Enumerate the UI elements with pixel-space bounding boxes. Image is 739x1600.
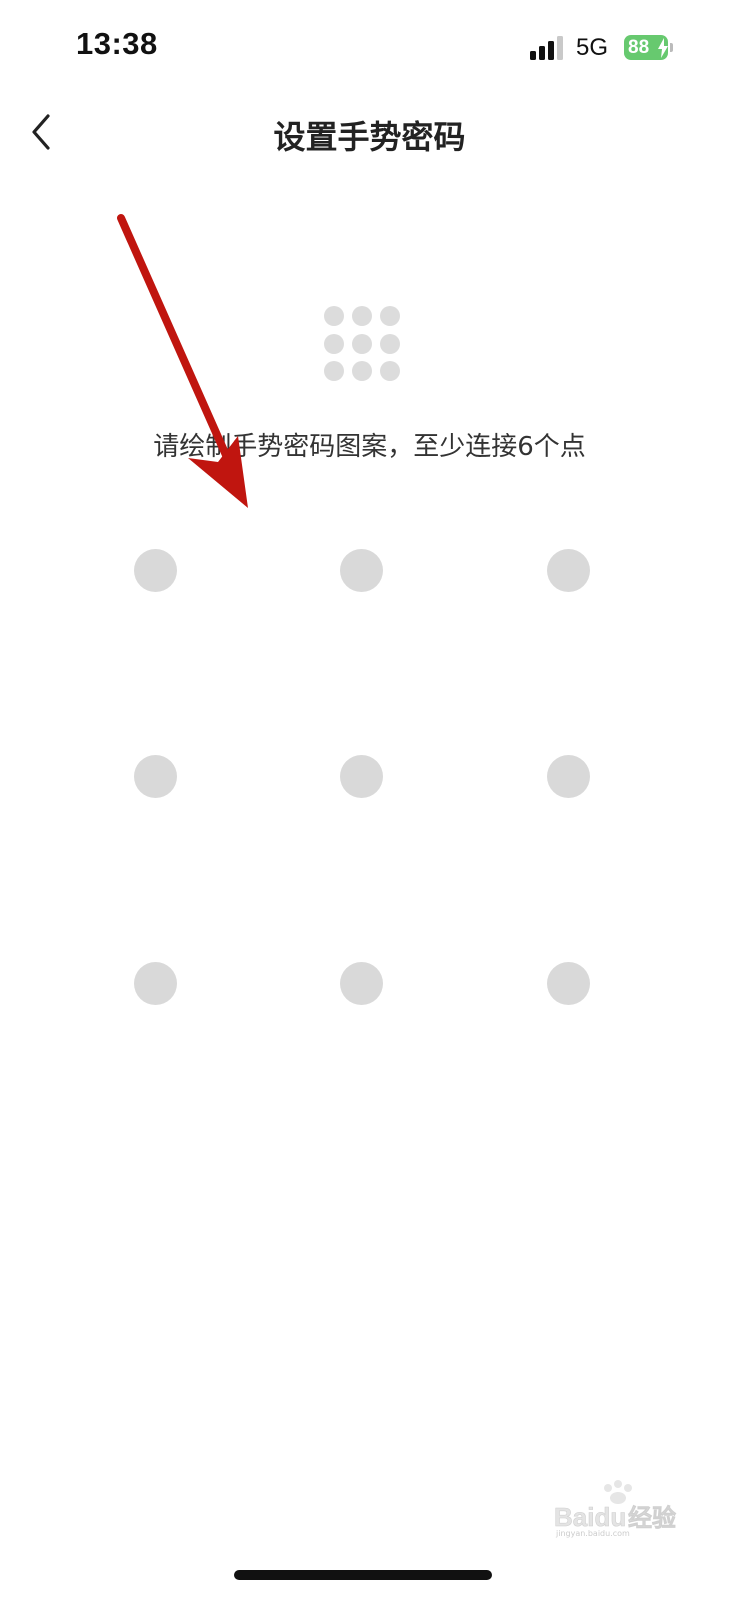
gesture-point-1[interactable] <box>134 549 177 592</box>
svg-text:jingyan.baidu.com: jingyan.baidu.com <box>555 1529 630 1538</box>
gesture-point-3[interactable] <box>547 549 590 592</box>
svg-text:经验: 经验 <box>628 1504 676 1532</box>
gesture-point-6[interactable] <box>547 755 590 798</box>
gesture-point-8[interactable] <box>340 962 383 1005</box>
gesture-point-5[interactable] <box>340 755 383 798</box>
gesture-pattern-grid[interactable] <box>0 0 739 1600</box>
baidu-jingyan-watermark: Baidu 经验 jingyan.baidu.com <box>554 1480 676 1538</box>
svg-text:Baidu: Baidu <box>554 1502 626 1532</box>
gesture-point-4[interactable] <box>134 755 177 798</box>
home-indicator[interactable] <box>234 1570 492 1580</box>
gesture-point-7[interactable] <box>134 962 177 1005</box>
gesture-point-2[interactable] <box>340 549 383 592</box>
gesture-point-9[interactable] <box>547 962 590 1005</box>
